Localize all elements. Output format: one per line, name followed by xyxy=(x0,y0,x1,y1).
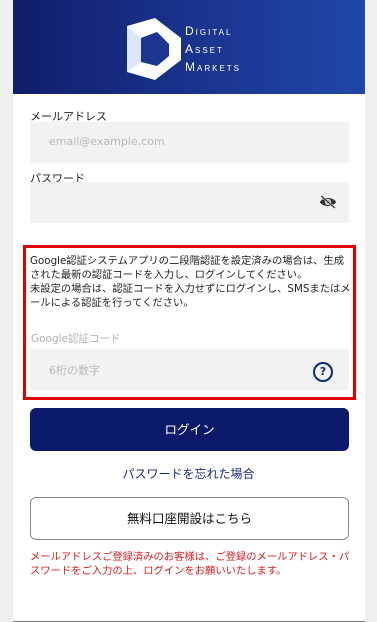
right-gutter xyxy=(365,0,377,622)
google-auth-code-field[interactable]: 6桁の数字 ? xyxy=(30,349,349,390)
email-placeholder: email@example.com xyxy=(49,135,165,148)
brand-line-2: Asset xyxy=(185,42,224,56)
google-auth-label: Google認証コード xyxy=(31,333,121,345)
brand-line-1: Digital xyxy=(185,24,233,38)
email-field[interactable]: email@example.com xyxy=(30,122,349,163)
brand-logo-icon xyxy=(127,18,181,80)
open-account-button[interactable]: 無料口座開設はこちら xyxy=(30,497,349,540)
left-gutter xyxy=(0,0,13,622)
brand-header: Digital Asset Markets xyxy=(13,0,365,94)
brand-line-3: Markets xyxy=(185,60,242,74)
brand-name: Digital Asset Markets xyxy=(185,22,241,76)
eye-off-icon[interactable] xyxy=(319,195,337,209)
question-icon[interactable]: ? xyxy=(313,362,333,382)
login-button[interactable]: ログイン xyxy=(30,408,349,451)
login-notice: メールアドレスご登録済みのお客様は、ご登録のメールアドレス・パスワードをご入力の… xyxy=(30,551,350,577)
password-field[interactable] xyxy=(30,182,349,223)
google-auth-placeholder: 6桁の数字 xyxy=(49,364,100,377)
google-auth-info: Google認証システムアプリの二段階認証を設定済みの場合は、生成された最新の認… xyxy=(30,255,351,309)
forgot-password-link[interactable]: パスワードを忘れた場合 xyxy=(0,465,377,482)
